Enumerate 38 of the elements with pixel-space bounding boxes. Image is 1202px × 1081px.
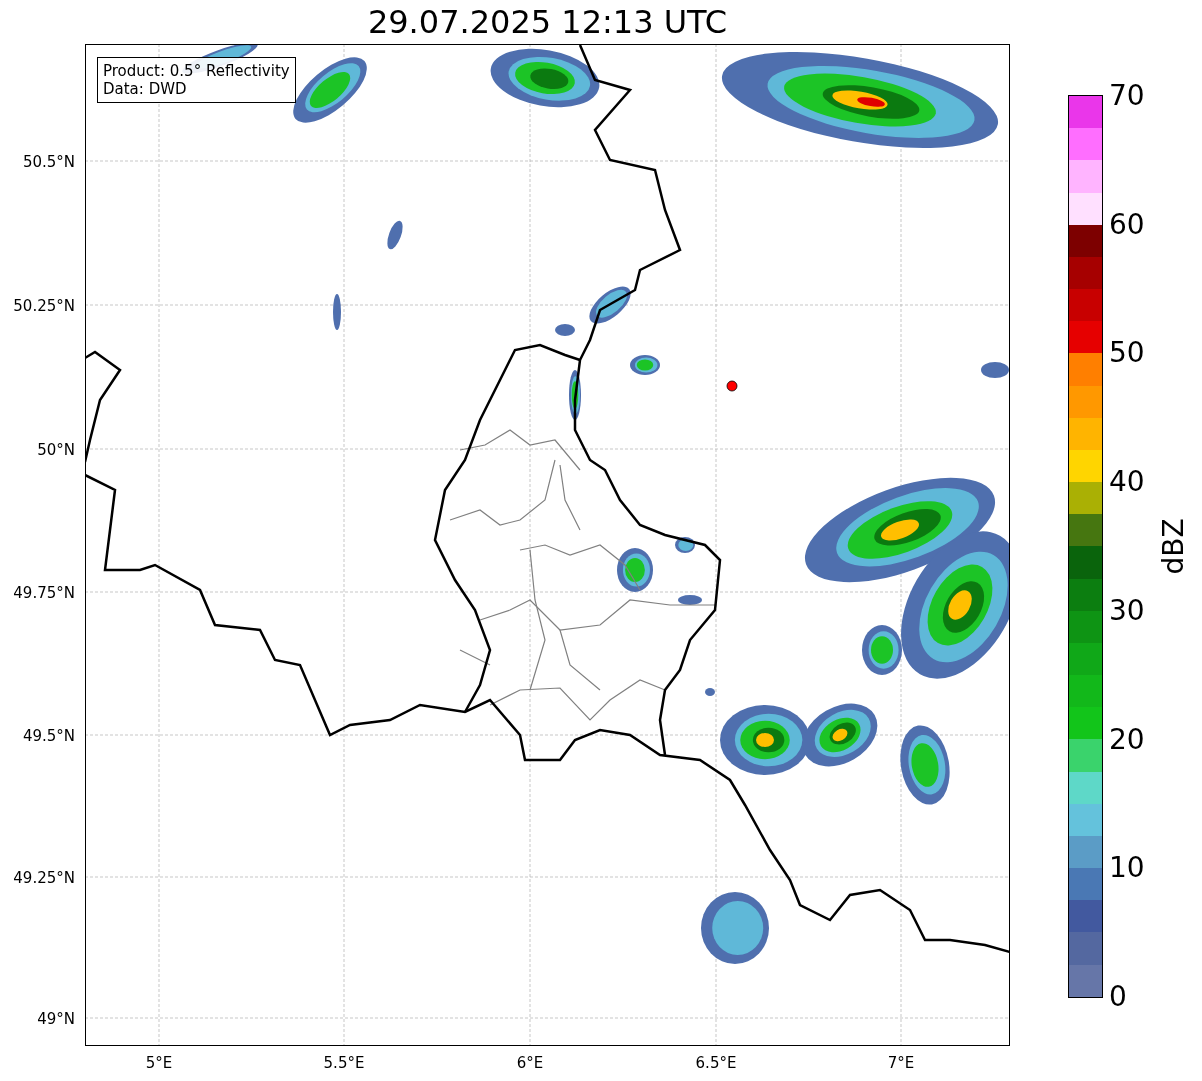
precipitation-echo	[675, 537, 695, 553]
precipitation-echo	[555, 324, 575, 336]
info-text: Data: DWD	[103, 80, 188, 98]
location-marker	[726, 380, 738, 392]
precipitation-echo	[617, 548, 653, 592]
latitude-label: 49.25°N	[13, 869, 75, 887]
colorbar-tick-label: 20	[1109, 724, 1145, 755]
precipitation-echo	[333, 294, 341, 330]
colorbar-tick-label: 30	[1109, 595, 1145, 626]
longitude-label: 7°E	[887, 1054, 915, 1072]
chart-title: 29.07.2025 12:13 UTC	[367, 2, 728, 43]
colorbar-tick-label: 50	[1109, 338, 1145, 369]
longitude-label: 6°E	[516, 1054, 544, 1072]
colorbar-tick-label: 0	[1109, 982, 1127, 1012]
latitude-label: 50.25°N	[13, 297, 75, 315]
precipitation-echo	[589, 286, 631, 324]
district-border	[459, 649, 491, 666]
longitude-label: 5°E	[145, 1054, 173, 1072]
colorbar-tick-label: 40	[1109, 467, 1145, 498]
latitude-label: 49.5°N	[22, 727, 75, 745]
longitude-label: 6.5°E	[695, 1054, 737, 1072]
latitude-label: 50°N	[37, 441, 75, 459]
precipitation-echo	[701, 892, 769, 964]
info-text: Product: 0.5° Reflectivity	[103, 62, 290, 80]
longitude-label: 5.5°E	[323, 1054, 365, 1072]
precipitation-echo	[387, 220, 403, 250]
precipitation-echo	[678, 595, 702, 605]
colorbar-tick-label: 10	[1109, 853, 1145, 884]
precipitation-echo	[569, 370, 581, 420]
colorbar-tick-label: 70	[1109, 81, 1145, 111]
colorbar-tick-label: 60	[1109, 209, 1145, 240]
latitude-label: 49.75°N	[13, 584, 75, 602]
latitude-label: 50.5°N	[22, 153, 75, 171]
precipitation-echo	[981, 362, 1009, 378]
latitude-label: 49°N	[37, 1010, 75, 1028]
precipitation-echo	[705, 688, 715, 696]
colorbar-label: dBZ	[1156, 518, 1190, 575]
precipitation-echo	[630, 355, 660, 375]
